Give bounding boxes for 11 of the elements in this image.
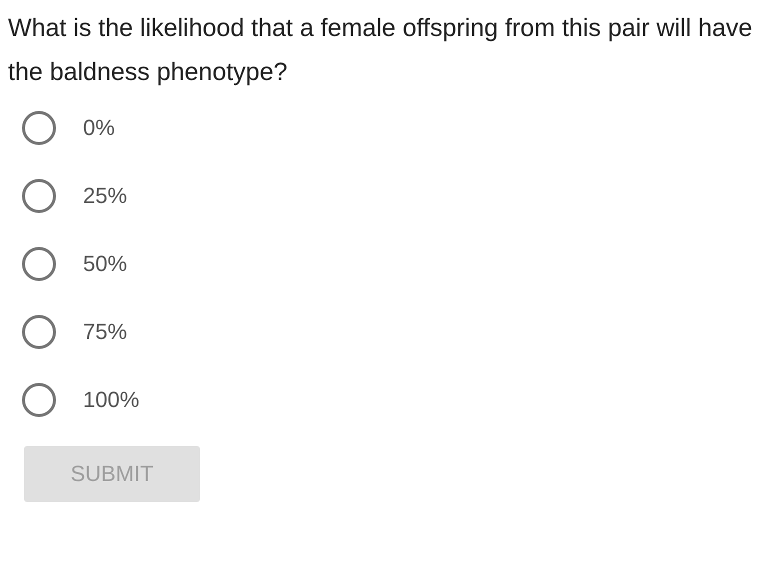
radio-button[interactable]	[22, 111, 56, 145]
radio-button[interactable]	[22, 247, 56, 281]
option-label[interactable]: 100%	[83, 387, 140, 413]
option-label[interactable]: 25%	[83, 183, 128, 209]
radio-button[interactable]	[22, 315, 56, 349]
option-label[interactable]: 50%	[83, 251, 128, 277]
question-text: What is the likelihood that a female offspring from this pair will have the baldness phenotype?	[8, 13, 754, 88]
radio-button[interactable]	[22, 179, 56, 213]
option-label[interactable]: 75%	[83, 319, 128, 345]
option-label[interactable]: 0%	[83, 115, 115, 141]
radio-button[interactable]	[22, 383, 56, 417]
